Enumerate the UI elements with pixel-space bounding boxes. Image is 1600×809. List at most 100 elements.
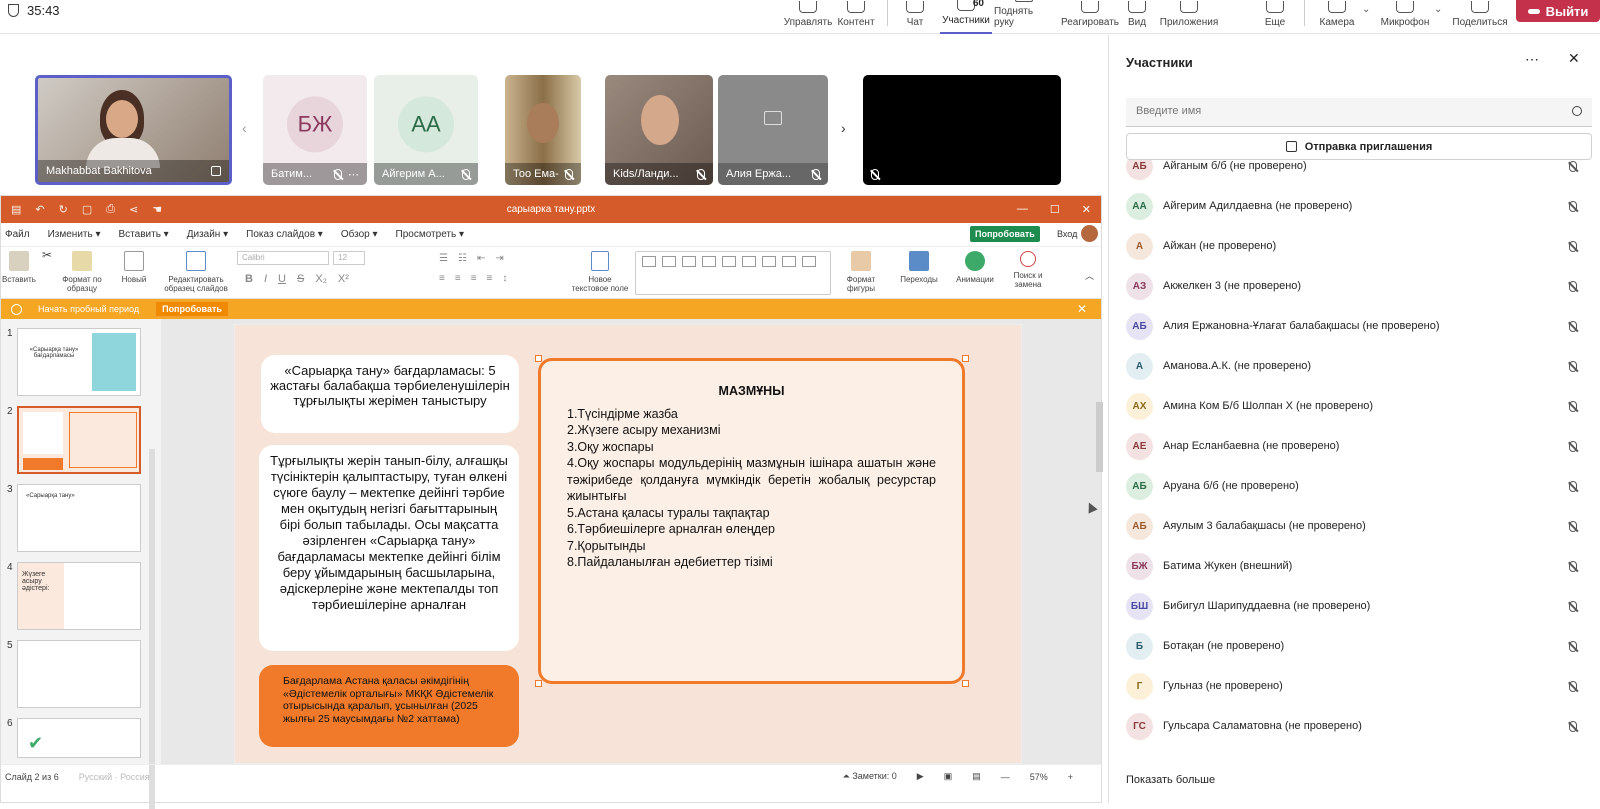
toolbar-button-participants[interactable]: 60 Участники <box>940 0 992 34</box>
superscript-icon[interactable]: X² <box>338 273 349 285</box>
mic-off-icon[interactable] <box>1569 360 1577 372</box>
strikethrough-icon[interactable]: S <box>297 273 304 285</box>
close-icon[interactable]: ✕ <box>1568 50 1580 67</box>
try-button[interactable]: Попробовать <box>970 226 1040 242</box>
menu-design[interactable]: Дизайн ▾ <box>187 229 228 240</box>
toolbar-button-share[interactable]: Поделиться <box>1452 0 1508 34</box>
contents-box[interactable]: МАЗМҰНЫ 1.Түсіндірме жазба 2.Жүзеге асыр… <box>538 358 965 684</box>
chevron-down-icon[interactable]: ⌄ <box>1362 4 1370 15</box>
subscript-icon[interactable]: X₂ <box>315 273 327 285</box>
minimize-icon[interactable]: — <box>1017 203 1028 216</box>
resize-handle[interactable] <box>535 680 542 687</box>
more-icon[interactable]: ⋯ <box>348 168 359 181</box>
participant-item[interactable]: АА Айгерим Адилдаевна (не проверено) <box>1109 186 1600 226</box>
mic-off-icon[interactable] <box>1569 680 1577 692</box>
show-more-link[interactable]: Показать больше <box>1126 774 1215 786</box>
video-tile[interactable] <box>863 75 1061 185</box>
close-icon[interactable]: ✕ <box>1077 302 1087 316</box>
thumbnail-slide-2[interactable] <box>17 406 141 474</box>
normal-view-icon[interactable]: ▣ <box>944 771 953 782</box>
mic-off-icon[interactable] <box>1569 400 1577 412</box>
participant-item[interactable]: АЕ Анар Есланбаевна (не проверено) <box>1109 426 1600 466</box>
participant-item[interactable]: БШ Бибигул Шарипуддаевна (не проверено) <box>1109 586 1600 626</box>
leave-button[interactable]: Выйти <box>1516 0 1600 22</box>
align-left-icon[interactable]: ≡ <box>439 273 445 284</box>
participant-item[interactable]: АХ Амина Ком Б/б Шолпан Х (не проверено) <box>1109 386 1600 426</box>
chevron-down-icon[interactable]: ⌄ <box>1434 4 1442 15</box>
justify-icon[interactable]: ≡ <box>487 273 493 284</box>
animations-button[interactable]: Анимации <box>955 251 995 284</box>
font-name-select[interactable]: Calibri <box>237 251 329 265</box>
find-replace-button[interactable]: Поиск и замена <box>1009 251 1047 289</box>
mic-off-icon[interactable] <box>1569 640 1577 652</box>
participant-item[interactable]: АБ Аруана б/б (не проверено) <box>1109 466 1600 506</box>
slide-scrollbar[interactable] <box>1095 324 1103 764</box>
scroll-thumb[interactable] <box>1096 402 1103 472</box>
italic-icon[interactable]: I <box>264 273 267 285</box>
maximize-icon[interactable]: ☐ <box>1050 203 1060 216</box>
resize-handle[interactable] <box>962 680 969 687</box>
shapes-gallery[interactable] <box>635 251 831 295</box>
mic-off-icon[interactable] <box>1569 720 1577 732</box>
toolbar-button-view[interactable]: Вид <box>1126 0 1148 34</box>
thumbnail-scrollbar[interactable] <box>149 449 155 809</box>
mic-off-icon[interactable] <box>1569 280 1577 292</box>
indent-icon[interactable]: ⇤ <box>477 253 485 264</box>
menu-slideshow[interactable]: Показ слайдов ▾ <box>246 229 323 240</box>
close-icon[interactable]: ✕ <box>1082 203 1091 216</box>
toolbar-button-chat[interactable]: Чат <box>904 0 926 34</box>
cut-button[interactable]: ✂ <box>37 249 57 261</box>
zoom-out-icon[interactable]: — <box>1001 772 1010 782</box>
zoom-in-icon[interactable]: + <box>1068 772 1073 782</box>
participant-item[interactable]: АЗ Акжелкен 3 (не проверено) <box>1109 266 1600 306</box>
align-right-icon[interactable]: ≡ <box>471 273 477 284</box>
bold-icon[interactable]: B <box>245 273 253 285</box>
new-textbox-button[interactable]: Новое текстовое поле <box>571 251 629 293</box>
video-tile[interactable]: Алия Ержа... <box>718 75 828 185</box>
video-tile[interactable]: Тоо Ема-2... <box>505 75 581 185</box>
align-center-icon[interactable]: ≡ <box>455 273 461 284</box>
participant-item[interactable]: АБ Айганым б/б (не проверено) <box>1109 160 1600 186</box>
participant-item[interactable]: АБ Аяулым 3 балабақшасы (не проверено) <box>1109 506 1600 546</box>
toolbar-button-camera[interactable]: Камера <box>1318 0 1356 34</box>
video-tile[interactable]: АА Айгерим А... <box>374 75 478 185</box>
numbering-icon[interactable]: ☷ <box>458 253 467 264</box>
toolbar-button-raise-hand[interactable]: Поднять руку <box>994 0 1054 34</box>
avatar[interactable] <box>1081 225 1098 242</box>
thumbnail-slide-6[interactable]: ✔ <box>17 718 141 758</box>
font-size-select[interactable]: 12 <box>333 251 365 265</box>
mic-off-icon[interactable] <box>1569 560 1577 572</box>
video-tile[interactable]: Kids/Ланди... <box>605 75 713 185</box>
thumbnail-slide-3[interactable]: «Сарыарқа тану» <box>17 484 141 552</box>
new-slide-button[interactable]: Новый <box>119 251 149 284</box>
mic-off-icon[interactable] <box>1569 600 1577 612</box>
transitions-button[interactable]: Переходы <box>899 251 939 284</box>
shape-format-button[interactable]: Формат фигуры <box>843 251 879 293</box>
thumbnail-slide-5[interactable] <box>17 640 141 708</box>
sorter-view-icon[interactable]: ▤ <box>972 771 981 782</box>
zoom-level[interactable]: 57% <box>1030 772 1048 782</box>
invite-button[interactable]: Отправка приглашения <box>1126 133 1592 160</box>
mic-off-icon[interactable] <box>1569 480 1577 492</box>
mic-off-icon[interactable] <box>1569 440 1577 452</box>
menu-view[interactable]: Просмотреть ▾ <box>396 229 465 240</box>
toolbar-button-apps[interactable]: Приложения <box>1160 0 1218 34</box>
video-tile[interactable]: Makhabbat Bakhitova <box>35 75 232 185</box>
resize-handle[interactable] <box>962 355 969 362</box>
outdent-icon[interactable]: ⇥ <box>495 253 503 264</box>
underline-icon[interactable]: U <box>278 273 286 285</box>
paste-button[interactable]: Вставить <box>2 251 36 284</box>
participant-item[interactable]: БЖ Батима Жукен (внешний) <box>1109 546 1600 586</box>
trial-try-button[interactable]: Попробовать <box>155 301 229 317</box>
toolbar-button-more[interactable]: Еще <box>1264 0 1286 34</box>
participant-item[interactable]: АБ Алия Ержановна-Ұлағат балабақшасы (не … <box>1109 306 1600 346</box>
video-tile[interactable]: БЖ Батим... ⋯ <box>263 75 367 185</box>
format-painter-button[interactable]: Формат по образцу <box>59 251 105 293</box>
mic-off-icon[interactable] <box>1569 160 1577 172</box>
participant-item[interactable]: А Аманова.А.К. (не проверено) <box>1109 346 1600 386</box>
mic-off-icon[interactable] <box>1569 200 1577 212</box>
notes-toggle[interactable]: ⏶ Заметки: 0 <box>843 771 897 782</box>
login-link[interactable]: Вход <box>1057 229 1077 239</box>
play-icon[interactable]: ▶ <box>917 771 924 782</box>
collapse-ribbon-icon[interactable]: ︿ <box>1085 269 1094 282</box>
